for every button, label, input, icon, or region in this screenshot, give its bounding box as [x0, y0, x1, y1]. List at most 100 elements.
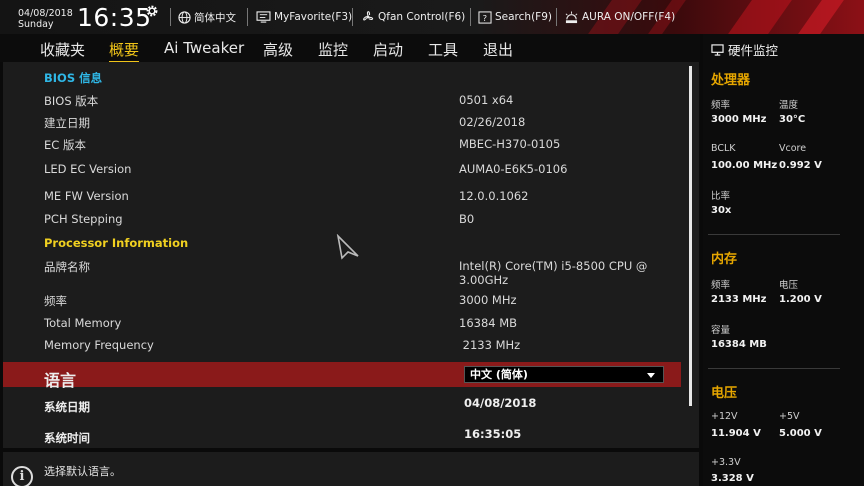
bclk-value: 100.00 MHz	[711, 160, 778, 171]
hw-title-text: 硬件监控	[728, 43, 779, 58]
info-icon: i	[11, 466, 33, 486]
row-label: ME FW Version	[44, 189, 129, 203]
divider	[352, 8, 353, 26]
divider	[556, 8, 557, 26]
search-button[interactable]: ? Search(F9)	[478, 9, 552, 25]
tab-main[interactable]: 概要	[109, 39, 140, 63]
top-bar: 04/08/2018 Sunday 16:35 简体中文 MyFavorite(…	[0, 0, 864, 34]
processor-info-heading: Processor Information	[44, 236, 189, 250]
help-bar: i 选择默认语言。	[3, 452, 699, 486]
scrollbar[interactable]	[689, 66, 692, 406]
row-value: B0	[459, 212, 475, 226]
aura-label: AURA ON/OFF(F4)	[582, 11, 676, 23]
tab-tool[interactable]: 工具	[428, 39, 458, 60]
cpu-freq-label: 频率	[711, 100, 731, 111]
voltage-section-title: 电压	[711, 386, 738, 401]
row-label: EC 版本	[44, 138, 86, 152]
row-value: 02/26/2018	[459, 115, 526, 129]
mouse-cursor-icon	[336, 234, 359, 260]
divider	[470, 8, 471, 26]
hw-monitor-title: 硬件监控	[711, 40, 778, 59]
cpu-temp-value: 30°C	[779, 114, 806, 125]
fan-icon	[363, 11, 374, 21]
language-label: 语言	[44, 371, 77, 390]
row-label: LED EC Version	[44, 162, 132, 176]
v33-value: 3.328 V	[711, 473, 754, 484]
row-value: 12.0.0.1062	[459, 189, 529, 203]
qfan-label: Qfan Control(F6)	[378, 11, 466, 23]
bios-info-heading: BIOS 信息	[44, 71, 103, 85]
row-label: 品牌名称	[44, 260, 90, 274]
vcore-value: 0.992 V	[779, 160, 822, 171]
aura-toggle-button[interactable]: AURA ON/OFF(F4)	[564, 9, 675, 25]
row-value: 3000 MHz	[459, 293, 517, 307]
v5-label: +5V	[779, 411, 800, 422]
date-text: 04/08/2018	[18, 8, 73, 19]
v12-label: +12V	[711, 411, 738, 422]
tab-ai-tweaker[interactable]: Ai Tweaker	[164, 39, 244, 57]
qfan-control-button[interactable]: Qfan Control(F6)	[361, 9, 465, 25]
row-value: 16384 MB	[459, 316, 518, 330]
mem-volt-label: 电压	[779, 280, 799, 291]
v12-value: 11.904 V	[711, 428, 761, 439]
tab-exit[interactable]: 退出	[483, 39, 513, 60]
decor-stripe	[798, 0, 844, 34]
monitor-icon	[256, 11, 271, 23]
mem-freq-label: 频率	[711, 280, 731, 291]
cpu-freq-value: 3000 MHz	[711, 114, 767, 125]
search-icon: ?	[478, 10, 492, 24]
row-label: Memory Frequency	[44, 338, 154, 352]
gear-icon[interactable]	[145, 4, 159, 18]
row-label: 建立日期	[44, 116, 90, 130]
chevron-down-icon	[647, 373, 655, 378]
language-label: 简体中文	[194, 11, 236, 24]
svg-text:?: ?	[483, 12, 487, 22]
row-label: 频率	[44, 294, 67, 308]
row-label: 系统时间	[44, 431, 90, 445]
row-label: BIOS 版本	[44, 94, 99, 108]
v5-value: 5.000 V	[779, 428, 822, 439]
divider	[708, 368, 840, 369]
row-label: PCH Stepping	[44, 212, 123, 226]
cpu-temp-label: 温度	[779, 100, 799, 111]
language-value: 中文 (简体)	[470, 368, 528, 381]
clock: 16:35	[77, 3, 152, 32]
row-label: Total Memory	[44, 316, 122, 330]
divider	[247, 8, 248, 26]
divider	[170, 8, 171, 26]
language-select[interactable]: 中文 (简体)	[464, 366, 664, 383]
row-value: 0501 x64	[459, 93, 514, 107]
tab-boot[interactable]: 启动	[373, 39, 403, 60]
v33-label: +3.3V	[711, 457, 741, 468]
tab-advanced[interactable]: 高级	[263, 39, 293, 60]
tab-monitor[interactable]: 监控	[318, 39, 348, 60]
hardware-monitor-panel: 硬件监控 处理器 频率 温度 3000 MHz 30°C BCLK Vcore …	[703, 34, 864, 486]
system-date-value[interactable]: 04/08/2018	[464, 396, 536, 410]
row-value: Intel(R) Core(TM) i5-8500 CPU @	[459, 259, 648, 273]
weekday-text: Sunday	[18, 19, 54, 30]
globe-icon	[178, 10, 191, 24]
main-menu-bar: 收藏夹 概要 Ai Tweaker 高级 监控 启动 工具 退出	[0, 34, 700, 63]
bclk-label: BCLK	[711, 143, 736, 154]
mem-capacity-value: 16384 MB	[711, 339, 767, 350]
monitor-icon	[711, 43, 724, 56]
myfavorite-button[interactable]: MyFavorite(F3)	[256, 9, 352, 25]
aura-icon	[565, 10, 578, 23]
mem-capacity-label: 容量	[711, 325, 731, 336]
row-value: 2133 MHz	[459, 338, 521, 352]
row-value-continued: 3.00GHz	[459, 273, 509, 287]
system-time-value[interactable]: 16:35:05	[464, 427, 521, 441]
vcore-label: Vcore	[779, 143, 807, 154]
help-text: 选择默认语言。	[44, 465, 121, 478]
language-button[interactable]: 简体中文	[178, 9, 236, 25]
tab-favorites[interactable]: 收藏夹	[40, 39, 85, 60]
divider	[708, 234, 840, 235]
ratio-label: 比率	[711, 191, 731, 202]
main-panel: BIOS 信息 BIOS 版本 0501 x64 建立日期 02/26/2018…	[3, 62, 699, 448]
row-label: 系统日期	[44, 400, 90, 414]
row-value: AUMA0-E6K5-0106	[459, 162, 568, 176]
mem-freq-value: 2133 MHz	[711, 294, 767, 305]
ratio-value: 30x	[711, 205, 732, 216]
decor-stripe	[728, 0, 792, 34]
row-value: MBEC-H370-0105	[459, 137, 561, 151]
